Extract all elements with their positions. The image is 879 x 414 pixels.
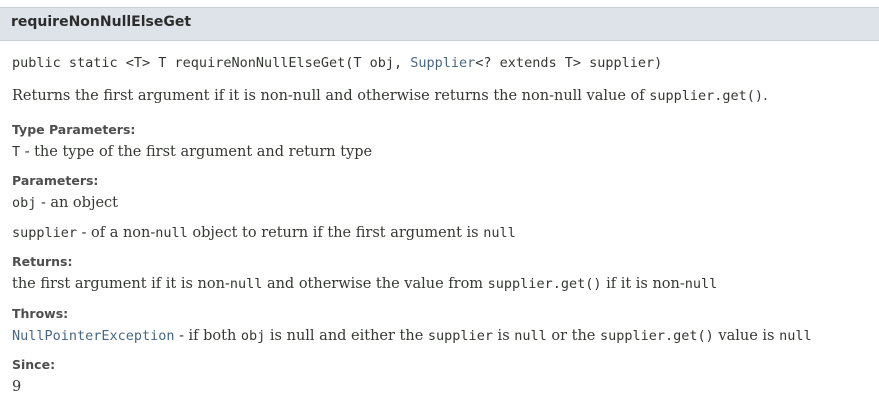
type-parameter-item: T - the type of the first argument and r… [12, 144, 372, 160]
parameter-desc: object to return if the first argument i… [187, 225, 484, 241]
parameter-desc: of a non- [90, 225, 156, 241]
parameter-item-obj: obj - an object [12, 195, 118, 211]
description-code: supplier.get() [649, 88, 764, 104]
returns-code: null [229, 276, 263, 292]
returns-desc: and otherwise the value from [262, 276, 488, 292]
method-description: Returns the first argument if it is non-… [12, 88, 768, 104]
since-value: 9 [12, 379, 22, 395]
since-label: Since: [12, 357, 56, 372]
parameter-name: supplier [12, 225, 78, 241]
throws-label: Throws: [12, 306, 69, 321]
throws-desc: is [492, 328, 515, 344]
returns-code: supplier.get() [487, 276, 602, 292]
type-parameter-desc: the type of the first argument and retur… [34, 144, 373, 160]
throws-code: null [779, 328, 812, 344]
parameter-sep: - [77, 225, 91, 241]
parameter-item-supplier: supplier - of a non-null object to retur… [12, 225, 516, 241]
throws-code: null [514, 328, 547, 344]
returns-desc: if it is non- [601, 276, 685, 292]
throws-code: supplier.get() [600, 328, 714, 344]
throws-desc: if both [188, 328, 241, 344]
supplier-type-link[interactable]: Supplier [410, 55, 475, 71]
throws-code: obj [240, 328, 266, 344]
type-parameters-label: Type Parameters: [12, 122, 136, 137]
throws-desc: value is [713, 328, 780, 344]
method-header: requireNonNullElseGet [0, 7, 879, 41]
method-title: requireNonNullElseGet [11, 14, 192, 30]
parameter-sep: - [36, 195, 51, 211]
null-pointer-exception-link[interactable]: NullPointerException [12, 328, 175, 344]
description-text: Returns the first argument if it is non-… [12, 88, 650, 104]
description-end: . [763, 88, 768, 104]
throws-code: supplier [427, 328, 493, 344]
returns-text: the first argument if it is non-null and… [12, 276, 717, 292]
throws-desc: or the [546, 328, 601, 344]
throws-desc: is null and either the [265, 328, 428, 344]
parameter-code: null [155, 225, 188, 241]
parameter-code: null [483, 225, 516, 241]
method-signature: public static <T> T requireNonNullElseGe… [12, 55, 662, 71]
throws-item: NullPointerException - if both obj is nu… [12, 328, 812, 344]
throws-sep: - [174, 328, 189, 344]
returns-label: Returns: [12, 254, 73, 269]
signature-suffix: <? extends T> supplier) [475, 55, 663, 71]
type-parameter-name: T [12, 144, 21, 160]
returns-code: null [684, 276, 718, 292]
type-parameter-sep: - [20, 144, 35, 160]
returns-desc: the first argument if it is non- [12, 276, 230, 292]
parameter-desc: an object [50, 195, 118, 211]
parameter-name: obj [12, 195, 37, 211]
signature-prefix: public static <T> T requireNonNullElseGe… [12, 55, 411, 71]
parameters-label: Parameters: [12, 173, 99, 188]
